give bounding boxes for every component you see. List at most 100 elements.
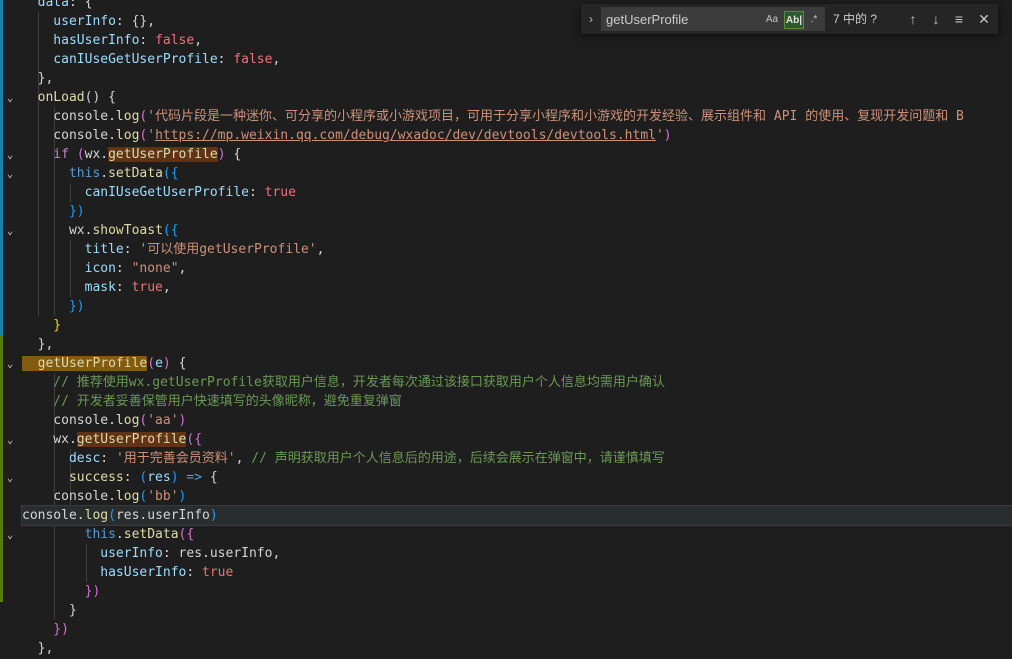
fold-chevron-icon[interactable]: ⌄ [3,88,17,107]
code-token: ) [217,147,226,162]
code-token: : [123,242,140,257]
code-line[interactable]: icon: "none", [22,259,1012,278]
code-token: ( [147,356,156,371]
code-token: ({ [186,432,203,447]
find-match-count: 7 中的 ? [833,12,878,26]
code-token: : [115,261,132,276]
code-token: wx. [84,147,109,162]
code-line[interactable]: }, [22,639,1012,658]
code-token: }, [22,641,54,656]
code-line[interactable]: console.log('https://mp.weixin.qq.com/de… [22,126,1012,145]
fold-chevron-icon[interactable]: ⌄ [3,430,17,449]
fold-chevron-icon[interactable]: ⌄ [3,354,17,373]
code-token: () { [84,90,116,105]
code-token: : { [68,0,93,10]
code-line[interactable]: hasUserInfo: true [22,563,1012,582]
lines-icon[interactable]: ≡ [948,7,970,31]
code-token: userInfo [22,546,163,561]
code-token: ) [209,508,218,523]
code-token: }, [22,71,54,86]
code-token: log [115,413,140,428]
code-line[interactable]: if (wx.getUserProfile) { [22,145,1012,164]
code-token: . [100,166,109,181]
code-token: ) [170,470,179,485]
code-line[interactable]: }, [22,335,1012,354]
code-token: { [225,147,242,162]
code-line[interactable]: onLoad() { [22,88,1012,107]
code-line[interactable]: console.log('aa') [22,411,1012,430]
code-token: } [22,318,62,333]
code-token: this [22,527,116,542]
match-case-toggle[interactable]: Aa [762,11,782,29]
arrow-down-icon[interactable]: ↓ [925,7,947,31]
code-line[interactable]: desc: '用于完善会员资料', // 声明获取用户个人信息后的用途，后续会展… [22,449,1012,468]
code-line[interactable]: this.setData({ [22,525,1012,544]
code-line[interactable]: // 推荐使用wx.getUserProfile获取用户信息，开发者每次通过该接… [22,373,1012,392]
current-code-line[interactable]: console.log(res.userInfo) [21,505,1012,526]
code-line[interactable]: title: '可以使用getUserProfile', [22,240,1012,259]
code-token: ({ [178,527,195,542]
regex-toggle[interactable]: .* [804,11,824,29]
code-token: , [194,33,203,48]
arrow-up-icon[interactable]: ↑ [902,7,924,31]
code-token: // 推荐使用wx.getUserProfile获取用户信息，开发者每次通过该接… [22,375,665,390]
code-token: this [22,166,101,181]
code-line[interactable]: console.log('bb') [22,487,1012,506]
code-line[interactable]: }) [22,582,1012,601]
fold-chevron-icon[interactable]: ⌄ [3,468,17,487]
find-input[interactable] [604,10,766,28]
code-token: }) [22,204,85,219]
code-token: 'aa' [147,413,179,428]
code-token: console. [22,413,116,428]
code-line[interactable]: }, [22,69,1012,88]
code-token: data [22,0,69,10]
code-line[interactable]: wx.getUserProfile({ [22,430,1012,449]
code-token: : [186,565,203,580]
code-token: : [217,52,234,67]
close-icon[interactable]: ✕ [973,7,995,31]
code-token: true [131,280,163,295]
code-token: , [235,451,252,466]
code-line[interactable]: getUserProfile(e) { [22,354,1012,373]
code-token: mask [22,280,116,295]
code-line[interactable]: mask: true, [22,278,1012,297]
code-token: ) [663,128,672,143]
code-line[interactable]: success: (res) => { [22,468,1012,487]
chevron-right-icon[interactable]: › [583,7,599,31]
code-line[interactable]: // 开发者妥善保管用户快速填写的头像昵称，避免重复弹窗 [22,392,1012,411]
editor-gutter: ⌄ ⌄ ⌄ ⌄ ⌄ ⌄ ⌄ ⌄ [0,0,22,659]
whole-word-toggle[interactable]: Ab| [784,11,804,29]
code-area[interactable]: data: { userInfo: {}, hasUserInfo: false… [21,0,1012,659]
code-token: icon [22,261,116,276]
code-line[interactable]: userInfo: res.userInfo, [22,544,1012,563]
code-token: ( [108,508,116,523]
code-line[interactable]: } [22,601,1012,620]
code-token: ( [76,147,85,162]
code-line[interactable]: }) [22,620,1012,639]
code-token: 'bb' [147,489,179,504]
code-editor[interactable]: ⌄ ⌄ ⌄ ⌄ ⌄ ⌄ ⌄ ⌄ data: { userInfo: {}, hasUserIn… [0,0,1012,659]
code-line[interactable]: }) [22,202,1012,221]
find-input-box: Aa Ab| .* [601,7,825,31]
code-line[interactable]: }) [22,297,1012,316]
code-token: onLoad [22,90,85,105]
code-token: setData [123,527,179,542]
code-line[interactable]: this.setData({ [22,164,1012,183]
code-token: }, [22,337,54,352]
find-widget: › Aa Ab| .* 7 中的 ? ↑ ↓ ≡ ✕ [581,4,998,34]
code-line[interactable]: console.log('代码片段是一种迷你、可分享的小程序或小游戏项目，可用于… [22,107,1012,126]
fold-chevron-icon[interactable]: ⌄ [3,164,17,183]
code-token: wx. [22,432,77,447]
code-token: }) [22,299,85,314]
code-line[interactable]: canIUseGetUserProfile: false, [22,50,1012,69]
code-token: if [22,147,77,162]
code-line[interactable]: canIUseGetUserProfile: true [22,183,1012,202]
code-line[interactable]: wx.showToast({ [22,221,1012,240]
fold-chevron-icon[interactable]: ⌄ [3,145,17,164]
fold-chevron-icon[interactable]: ⌄ [3,525,17,544]
code-token: }) [22,622,69,637]
fold-chevron-icon[interactable]: ⌄ [3,221,17,240]
code-line[interactable]: } [22,316,1012,335]
search-match: getUserProfile [22,356,148,371]
code-token: canIUseGetUserProfile [22,52,218,67]
